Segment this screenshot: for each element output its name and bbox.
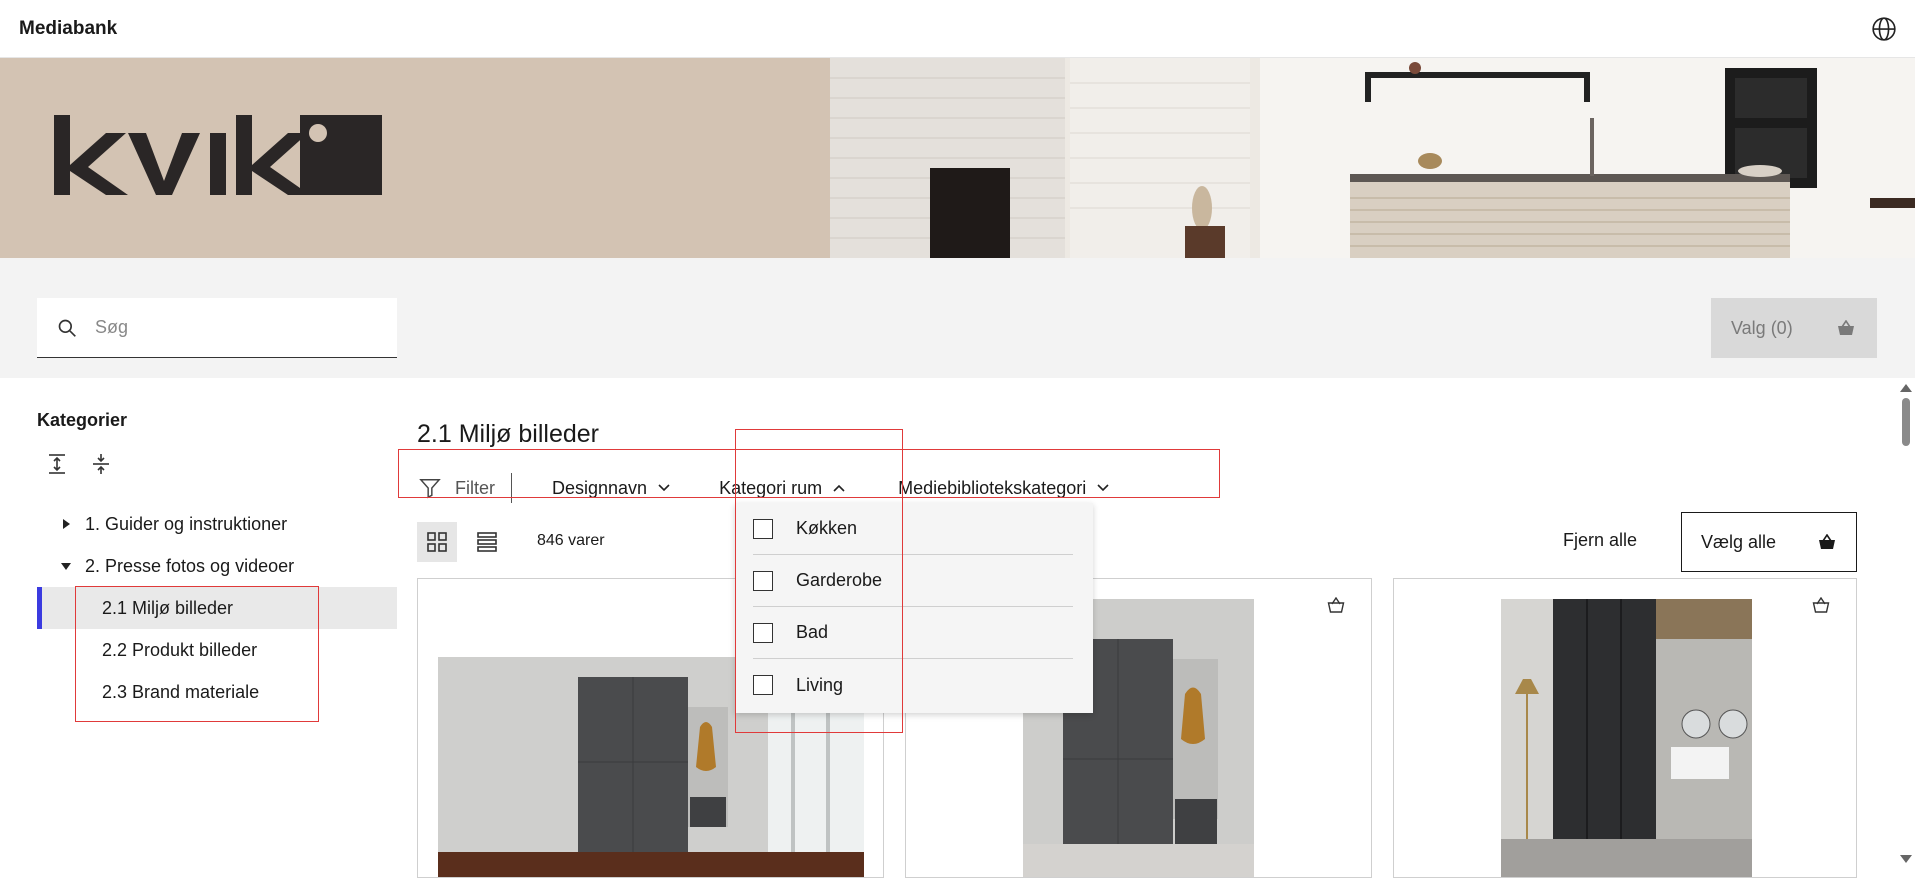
page-scrollbar[interactable] [1897,382,1915,865]
select-all-button[interactable]: Vælg alle [1681,512,1857,572]
tree-item-brand[interactable]: 2.3 Brand materiale [37,671,397,713]
basket-icon [1819,534,1835,549]
filter-mediebibliotekskategori[interactable]: Mediebibliotekskategori [898,478,1110,499]
collapse-all-icon[interactable] [91,453,111,475]
category-sidebar: Kategorier 1. Guider og instruktioner 2.… [37,410,397,713]
tree-item-miljo[interactable]: 2.1 Miljø billeder [37,587,397,629]
item-count: 846 varer [537,532,605,549]
option-bad[interactable]: Bad [753,607,1073,659]
app-title: Mediabank [19,18,118,39]
search-band: Valg (0) [0,258,1915,378]
top-bar: Mediabank [0,0,1915,58]
option-label: Bad [796,622,829,642]
filter-mediebibliotekskategori-label: Mediebibliotekskategori [898,477,1087,498]
filter-label: Filter [455,477,495,498]
tree-item-press[interactable]: 2. Presse fotos og videoer [37,545,397,587]
filter-kategori-rum[interactable]: Kategori rum [719,478,846,499]
option-living[interactable]: Living [753,659,1073,711]
option-garderobe[interactable]: Garderobe [753,555,1073,607]
option-label: Køkken [796,518,858,538]
option-kokken[interactable]: Køkken [753,503,1073,555]
search-input[interactable] [95,317,355,338]
option-label: Living [796,674,844,695]
page-title: 2.1 Miljø billeder [417,420,600,448]
selection-label: Valg (0) [1731,317,1793,338]
tree-item-guides[interactable]: 1. Guider og instruktioner [37,503,397,545]
tree-item-label: 2.3 Brand materiale [102,681,260,702]
checkbox[interactable] [753,570,773,591]
kategori-rum-dropdown: Køkken Garderobe Bad Living [735,503,1093,713]
filter-bar: Filter Designnavn Kategori rum Mediebibl… [417,470,1110,506]
media-card[interactable] [1393,578,1857,878]
remove-all-button[interactable]: Fjern alle [1563,530,1637,551]
sidebar-title: Kategorier [37,410,128,430]
search-box[interactable] [37,298,397,358]
chevron-up-icon [833,484,845,492]
caret-right-icon [63,519,70,529]
filter-designnavn-label: Designnavn [552,477,648,498]
tree-item-label: 2. Presse fotos og videoer [85,555,295,576]
filter-kategori-rum-label: Kategori rum [719,477,823,498]
filter-toggle[interactable]: Filter [417,473,512,503]
brand-banner [0,58,1915,258]
tree-item-label: 1. Guider og instruktioner [85,513,288,534]
globe-icon[interactable] [1871,16,1897,42]
kvik-logo [54,115,382,195]
media-thumbnail [1501,599,1752,877]
tree-item-label: 2.1 Miljø billeder [102,597,234,618]
select-all-label: Vælg alle [1701,531,1777,552]
add-to-basket-icon[interactable] [1812,597,1830,613]
list-view-button[interactable] [467,522,507,562]
tree-tools [47,453,397,475]
chevron-down-icon [1097,484,1109,492]
add-to-basket-icon[interactable] [1327,597,1345,613]
expand-all-icon[interactable] [47,453,67,475]
tree-item-label: 2.2 Produkt billeder [102,639,258,660]
basket-icon [1838,320,1854,335]
caret-down-icon [61,563,71,570]
view-toolbar: 846 varer Fjern alle Vælg alle [417,512,1857,572]
checkbox[interactable] [753,518,773,539]
checkbox[interactable] [753,622,773,643]
grid-view-button[interactable] [417,522,457,562]
filter-icon [419,479,441,499]
checkbox[interactable] [753,675,773,695]
option-label: Garderobe [796,570,883,590]
filter-designnavn[interactable]: Designnavn [552,478,671,499]
grid-icon [427,532,447,552]
kitchen-photo [830,58,1915,258]
selection-button[interactable]: Valg (0) [1711,298,1877,358]
list-icon [477,532,497,552]
tree-item-produkt[interactable]: 2.2 Produkt billeder [37,629,397,671]
search-icon [58,319,76,337]
chevron-down-icon [658,484,670,492]
